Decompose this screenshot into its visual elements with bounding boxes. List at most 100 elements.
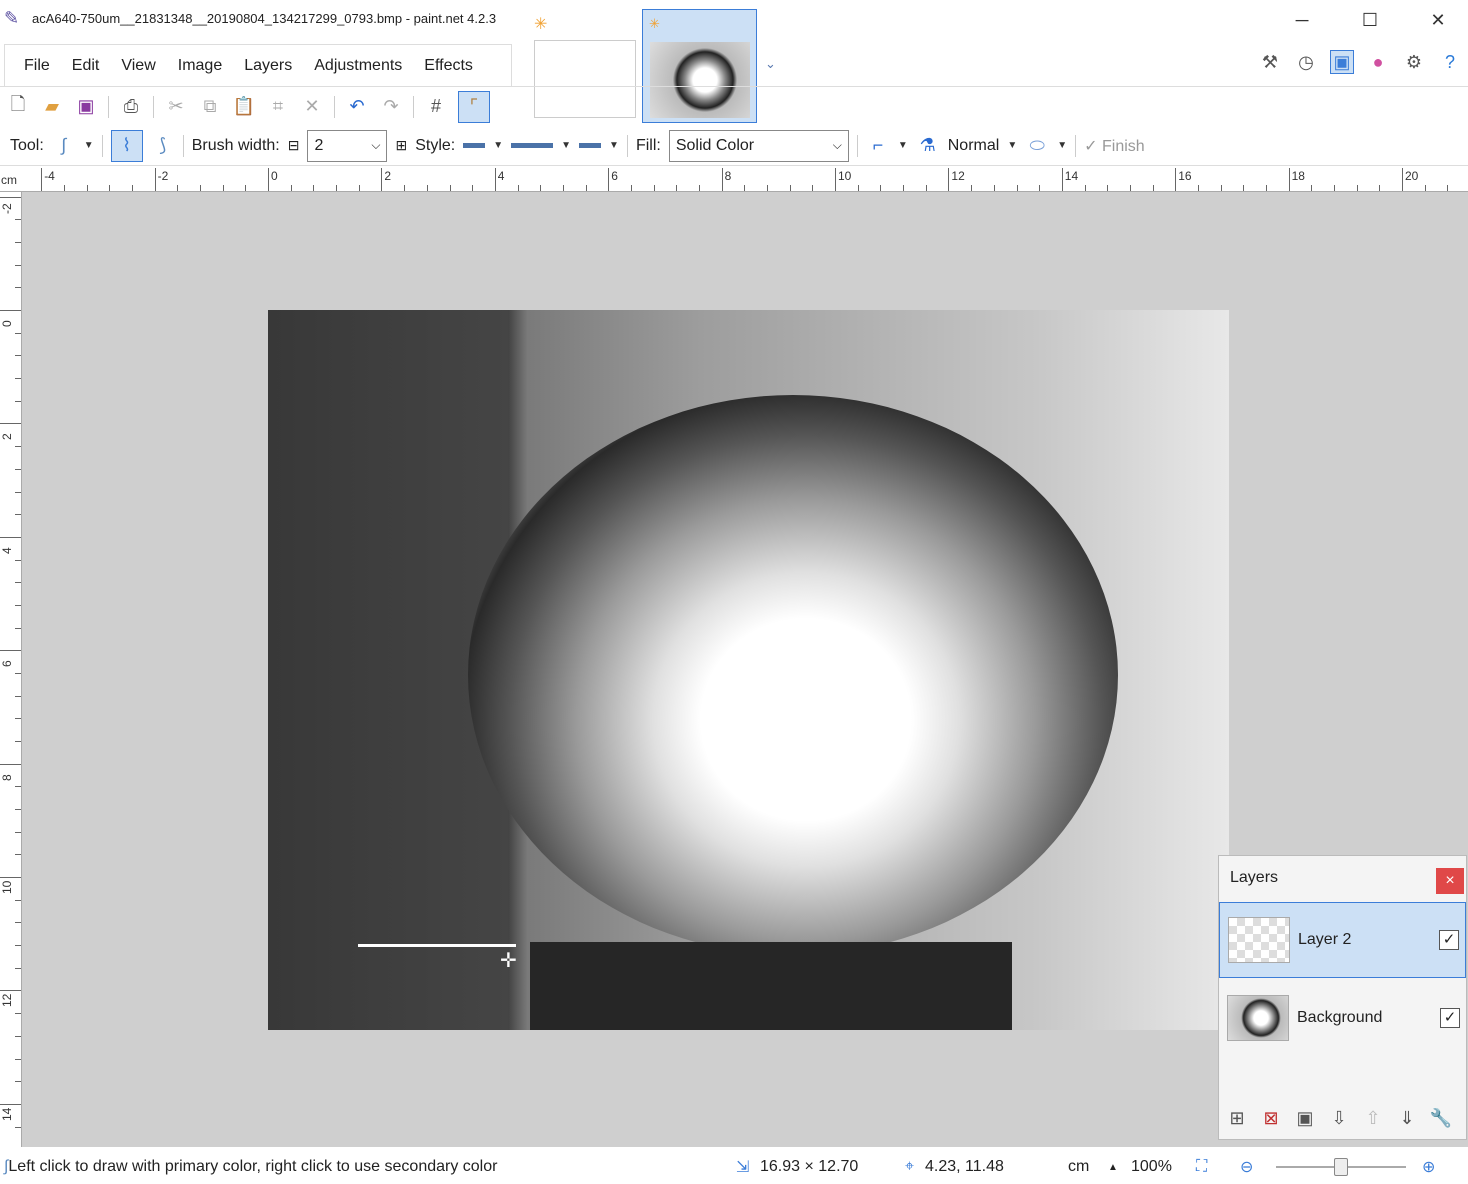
ruler-minor-tick	[177, 185, 179, 191]
menu-image[interactable]: Image	[167, 57, 233, 75]
menu-layers[interactable]: Layers	[233, 57, 303, 75]
open-icon[interactable]: ▰	[40, 95, 64, 119]
paste-icon[interactable]: 📋	[232, 95, 256, 119]
menu-bar: File Edit View Image Layers Adjustments …	[4, 44, 512, 86]
decrease-width-icon[interactable]: ⊟	[288, 137, 300, 154]
layer-item-layer2[interactable]: Layer 2 ✓	[1219, 902, 1466, 978]
zoom-level[interactable]: 100%	[1131, 1158, 1172, 1176]
redo-icon[interactable]: ↷	[379, 95, 403, 119]
minimize-button[interactable]: ─	[1282, 6, 1322, 34]
blend-mode-icon[interactable]: ⚗	[916, 134, 940, 158]
blend-dropdown-icon[interactable]: ▼	[1007, 140, 1017, 151]
save-icon[interactable]: ▣	[74, 95, 98, 119]
layer-name: Layer 2	[1298, 931, 1352, 948]
maximize-button[interactable]: ☐	[1350, 6, 1390, 34]
bezier-mode-icon[interactable]: ⟆	[151, 134, 175, 158]
ruler-major-tick	[0, 1103, 21, 1105]
cut-icon[interactable]: ✂	[164, 95, 188, 119]
colors-icon[interactable]: ●	[1366, 50, 1390, 74]
finish-button[interactable]: ✓ Finish	[1084, 136, 1145, 156]
brush-width-combo[interactable]: 2 ⌵	[307, 129, 388, 162]
zoom-out-icon[interactable]: ⊖	[1240, 1157, 1253, 1177]
ruler-major-tick	[721, 168, 723, 191]
antialias-dropdown-icon[interactable]: ▼	[898, 140, 908, 151]
menu-view[interactable]: View	[110, 57, 166, 75]
curve-tool-icon[interactable]: ∫	[52, 134, 76, 158]
layers-close-button[interactable]: ×	[1436, 868, 1464, 894]
ruler-minor-tick	[653, 185, 655, 191]
layers-window-icon[interactable]: ▣	[1330, 50, 1354, 74]
add-layer-icon[interactable]: ⊞	[1225, 1106, 1249, 1130]
menu-adjustments[interactable]: Adjustments	[303, 57, 413, 75]
dash-style-icon[interactable]	[463, 143, 486, 148]
ruler-minor-tick	[15, 627, 21, 629]
layer-visibility-checkbox[interactable]: ✓	[1439, 930, 1459, 950]
increase-width-icon[interactable]: ⊞	[395, 137, 407, 154]
menu-file[interactable]: File	[13, 57, 61, 75]
ruler-minor-tick	[971, 185, 973, 191]
antialiasing-icon[interactable]: ⌐	[866, 134, 890, 158]
ruler-major-tick	[154, 168, 156, 191]
ruler-icon[interactable]: ⌜	[458, 90, 490, 123]
ruler-minor-tick	[1039, 185, 1041, 191]
ruler-minor-tick	[109, 185, 111, 191]
move-layer-down-icon[interactable]: ⇓	[1395, 1106, 1419, 1130]
zoom-in-icon[interactable]: ⊕	[1422, 1157, 1435, 1177]
shape-dropdown-icon[interactable]: ▼	[1057, 140, 1067, 151]
ruler-major-tick	[0, 877, 21, 878]
delete-layer-icon[interactable]: ⊠	[1259, 1106, 1283, 1130]
print-icon[interactable]: ⎙	[119, 95, 143, 119]
layer-visibility-checkbox[interactable]: ✓	[1440, 1008, 1460, 1028]
undo-icon[interactable]: ↶	[345, 95, 369, 119]
image-canvas[interactable]: ✛	[268, 310, 1229, 1030]
tool-label: Tool:	[10, 136, 44, 154]
dash-dropdown-icon[interactable]: ▼	[493, 140, 503, 151]
tool-dropdown-icon[interactable]: ▼	[84, 140, 94, 151]
ruler-label: 18	[1291, 169, 1305, 183]
layer-properties-icon[interactable]: 🔧	[1429, 1106, 1453, 1130]
copy-icon[interactable]: ⧉	[198, 95, 222, 119]
merge-layer-down-icon[interactable]: ⇩	[1327, 1106, 1351, 1130]
units-selector[interactable]: cm	[1068, 1158, 1089, 1176]
ruler-major-tick	[0, 196, 21, 198]
menu-effects[interactable]: Effects	[413, 57, 484, 75]
fill-combo[interactable]: Solid Color ⌵	[668, 129, 849, 162]
menu-edit[interactable]: Edit	[61, 57, 111, 75]
line-style-icon[interactable]	[511, 143, 554, 148]
zoom-to-window-icon[interactable]: ⛶	[1196, 1158, 1207, 1176]
blend-mode-value[interactable]: Normal	[948, 137, 1000, 155]
status-bar: ∫ Left click to draw with primary color,…	[0, 1150, 1468, 1184]
new-icon[interactable]: 🗋	[6, 94, 30, 119]
ruler-major-tick	[1402, 168, 1403, 191]
separator	[334, 95, 335, 118]
move-layer-up-icon[interactable]: ⇧	[1361, 1106, 1385, 1130]
help-icon[interactable]: ?	[1438, 50, 1462, 74]
layer-item-background[interactable]: Background ✓	[1219, 980, 1466, 1056]
units-dropdown-icon[interactable]: ▲	[1108, 1162, 1118, 1173]
chevron-down-icon: ⌵	[832, 138, 842, 152]
cap-style-icon[interactable]	[579, 143, 602, 148]
crop-icon[interactable]: ⌗	[266, 95, 290, 119]
ruler-minor-tick	[15, 672, 21, 674]
shape-icon[interactable]: ⬭	[1025, 134, 1049, 158]
fill-value: Solid Color	[675, 136, 755, 154]
ruler-minor-tick	[1447, 185, 1449, 191]
spline-mode-icon[interactable]: ⌇	[110, 129, 143, 162]
grid-icon[interactable]: #	[424, 95, 448, 119]
cursor-position: 4.23, 11.48	[925, 1158, 1004, 1175]
ruler-minor-tick	[585, 185, 587, 191]
tabs-overflow-icon[interactable]: ⌄	[765, 56, 776, 72]
zoom-slider-thumb[interactable]	[1334, 1158, 1348, 1176]
history-icon[interactable]: ◷	[1294, 50, 1318, 74]
close-button[interactable]: ✕	[1418, 6, 1458, 34]
layers-panel: Layers × Layer 2 ✓ Background ✓ ⊞ ⊠ ▣ ⇩ …	[1218, 855, 1467, 1140]
cap-dropdown-icon[interactable]: ▼	[609, 140, 619, 151]
line-dropdown-icon[interactable]: ▼	[561, 140, 571, 151]
deselect-icon[interactable]: ✕	[300, 95, 324, 119]
zoom-slider[interactable]	[1276, 1158, 1406, 1176]
ruler-label: 6	[0, 660, 14, 668]
duplicate-layer-icon[interactable]: ▣	[1293, 1106, 1317, 1130]
tools-icon[interactable]: ⚒	[1258, 50, 1282, 74]
settings-icon[interactable]: ⚙	[1402, 50, 1426, 74]
ruler-minor-tick	[15, 264, 21, 266]
